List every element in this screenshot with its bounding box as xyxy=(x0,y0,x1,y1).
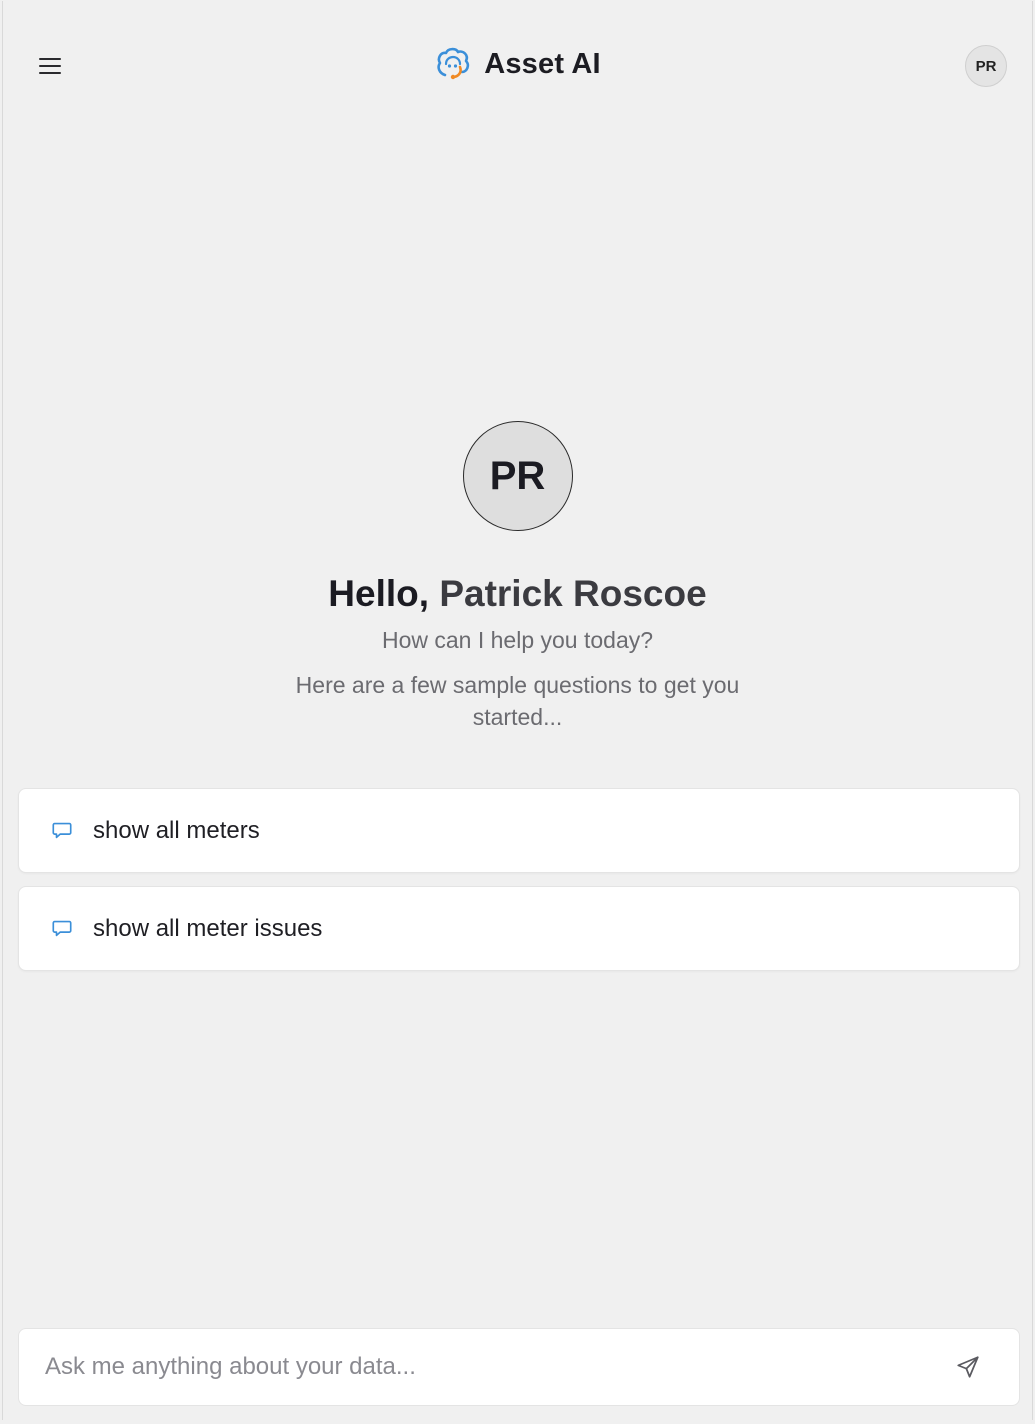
brand: Asset AI xyxy=(3,45,1032,83)
sample-question-label: show all meters xyxy=(93,816,260,844)
send-paper-plane-icon xyxy=(955,1354,981,1380)
chat-bubble-icon xyxy=(51,917,75,941)
sample-questions-list: show all meters show all meter issues xyxy=(18,788,1020,984)
greeting-heading: Hello, Patrick Roscoe xyxy=(3,573,1032,615)
sample-question-show-all-meter-issues[interactable]: show all meter issues xyxy=(18,886,1020,971)
greeting-user-name: Patrick Roscoe xyxy=(439,573,707,614)
top-header: Asset AI PR xyxy=(3,1,1032,131)
welcome-section: PR Hello, Patrick Roscoe How can I help … xyxy=(3,421,1032,733)
app-window: Asset AI PR PR Hello, Patrick Roscoe How… xyxy=(2,1,1033,1420)
brain-headset-logo-icon xyxy=(434,45,472,83)
app-title: Asset AI xyxy=(484,47,601,80)
chat-input[interactable] xyxy=(19,1328,953,1406)
send-button[interactable] xyxy=(953,1352,983,1382)
sample-questions-hint: Here are a few sample questions to get y… xyxy=(295,672,740,730)
user-avatar-button[interactable]: PR xyxy=(965,45,1007,87)
help-subtitle: How can I help you today? xyxy=(381,627,654,653)
chat-composer xyxy=(18,1328,1020,1406)
greeting-prefix: Hello, xyxy=(328,573,430,614)
chat-bubble-icon xyxy=(51,819,75,843)
user-avatar: PR xyxy=(462,421,573,531)
sample-question-show-all-meters[interactable]: show all meters xyxy=(18,788,1020,873)
sample-question-label: show all meter issues xyxy=(93,914,323,942)
